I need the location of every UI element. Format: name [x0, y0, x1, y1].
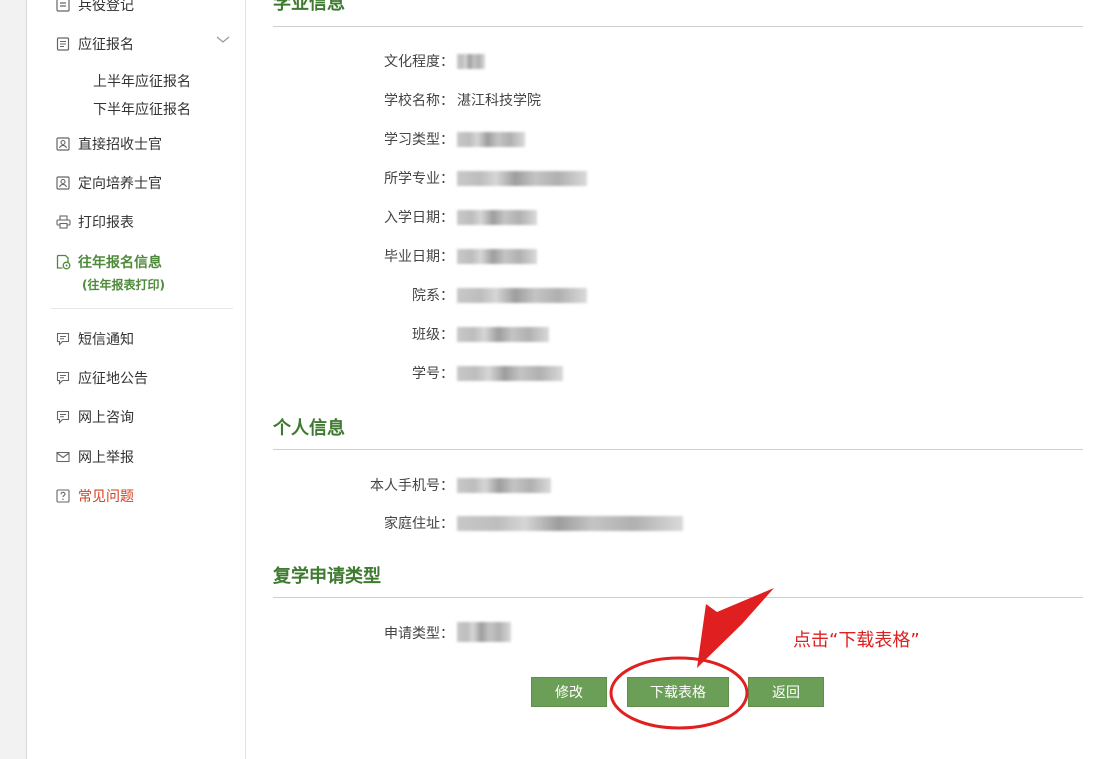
sidebar-item-sms[interactable]: 短信通知 — [55, 327, 134, 351]
section-title-education: 学业信息 — [273, 0, 345, 14]
section-divider — [273, 26, 1083, 27]
edit-button[interactable]: 修改 — [531, 677, 607, 707]
person-card-icon — [55, 136, 71, 152]
graduate-label: 毕业日期： — [384, 249, 454, 265]
sidebar-item-past-signup[interactable]: 往年报名信息 — [55, 250, 162, 274]
printer-icon — [55, 214, 71, 230]
section-title-resume: 复学申请类型 — [273, 566, 381, 587]
sidebar-item-direct-nco[interactable]: 直接招收士官 — [55, 132, 162, 156]
sidebar-item-label: 定向培养士官 — [78, 176, 162, 192]
graduate-row: 毕业日期： — [246, 246, 454, 266]
enroll-row: 入学日期： — [246, 207, 454, 227]
dept-row: 院系： — [246, 285, 454, 305]
phone-label: 本人手机号： — [370, 478, 454, 494]
chevron-down-icon[interactable] — [216, 36, 230, 44]
student-id-value-redacted — [457, 366, 563, 381]
sidebar-item-label: 网上咨询 — [78, 410, 134, 426]
sidebar-item-label: 打印报表 — [78, 215, 134, 231]
sidebar-item-label: 往年报名信息 — [78, 255, 162, 271]
address-label: 家庭住址： — [384, 516, 454, 532]
study-type-value-redacted — [457, 132, 525, 147]
dept-label: 院系： — [412, 288, 454, 304]
sidebar-item-label: 直接招收士官 — [78, 137, 162, 153]
school-label: 学校名称： — [384, 93, 454, 109]
download-form-button[interactable]: 下载表格 — [627, 677, 729, 707]
study-type-label: 学习类型： — [384, 132, 454, 148]
enroll-value-redacted — [457, 210, 537, 225]
address-row: 家庭住址： — [246, 513, 454, 533]
class-label: 班级： — [412, 327, 454, 343]
main-content: 学业信息 文化程度： 学校名称： 湛江科技学院 学习类型： 所学专业： 入学日期… — [246, 0, 1108, 759]
question-icon — [55, 488, 71, 504]
class-row: 班级： — [246, 324, 454, 344]
apply-type-label: 申请类型： — [384, 626, 454, 642]
sidebar-item-label: 短信通知 — [78, 332, 134, 348]
sidebar-item-faq[interactable]: 常见问题 — [55, 484, 134, 508]
sidebar-item-oriented-nco[interactable]: 定向培养士官 — [55, 171, 162, 195]
apply-type-row: 申请类型： — [246, 623, 454, 643]
sidebar-item-label: 应征地公告 — [78, 371, 148, 387]
app-window: 兵役登记 应征报名 上半年应征报名 下半年应征报名 直接招收士官 定向培养士官 — [0, 0, 1108, 759]
history-document-icon — [55, 254, 71, 270]
section-title-personal: 个人信息 — [273, 418, 345, 439]
back-button[interactable]: 返回 — [748, 677, 824, 707]
register-icon — [55, 0, 71, 13]
section-divider — [273, 597, 1083, 598]
degree-label: 文化程度： — [384, 54, 454, 70]
sidebar-item-label: 常见问题 — [78, 489, 134, 505]
degree-value-redacted — [457, 54, 485, 69]
enroll-label: 入学日期： — [384, 210, 454, 226]
address-value-redacted — [457, 516, 683, 531]
student-id-row: 学号： — [246, 363, 454, 383]
sidebar-item-military-registration[interactable]: 兵役登记 — [55, 0, 134, 17]
sidebar-item-label: 应征报名 — [78, 37, 134, 53]
sidebar-sub-first-half[interactable]: 上半年应征报名 — [93, 71, 191, 91]
phone-row: 本人手机号： — [246, 475, 454, 495]
sidebar-divider — [51, 308, 233, 309]
sidebar-item-label: 网上举报 — [78, 450, 134, 466]
student-id-label: 学号： — [412, 366, 454, 382]
school-row: 学校名称： — [246, 90, 454, 110]
study-type-row: 学习类型： — [246, 129, 454, 149]
major-label: 所学专业： — [384, 171, 454, 187]
sidebar-past-hint: (往年报表打印) — [82, 278, 165, 292]
envelope-icon — [55, 449, 71, 465]
sidebar-item-print-report[interactable]: 打印报表 — [55, 210, 134, 234]
school-value: 湛江科技学院 — [457, 93, 541, 109]
dept-value-redacted — [457, 288, 587, 303]
sidebar-nav: 兵役登记 应征报名 上半年应征报名 下半年应征报名 直接招收士官 定向培养士官 — [27, 0, 246, 759]
annotation-text: 点击“下载表格” — [793, 630, 920, 651]
degree-row: 文化程度： — [246, 51, 454, 71]
graduate-value-redacted — [457, 249, 537, 264]
class-value-redacted — [457, 327, 549, 342]
left-gutter — [0, 0, 27, 759]
sidebar-item-label: 兵役登记 — [78, 0, 134, 14]
sidebar-item-notice[interactable]: 应征地公告 — [55, 366, 148, 390]
section-divider — [273, 449, 1083, 450]
sidebar-item-consult[interactable]: 网上咨询 — [55, 405, 134, 429]
document-icon — [55, 36, 71, 52]
school-value-row: 湛江科技学院 — [457, 90, 657, 110]
chat-bubble-icon — [55, 331, 71, 347]
major-row: 所学专业： — [246, 168, 454, 188]
person-card-icon — [55, 175, 71, 191]
major-value-redacted — [457, 171, 587, 186]
sidebar-item-report[interactable]: 网上举报 — [55, 445, 134, 469]
phone-value-redacted — [457, 478, 551, 493]
apply-type-value-redacted — [457, 622, 511, 642]
chat-bubble-icon — [55, 370, 71, 386]
chat-bubble-icon — [55, 409, 71, 425]
sidebar-sub-second-half[interactable]: 下半年应征报名 — [93, 99, 191, 119]
sidebar-item-enlist-signup[interactable]: 应征报名 — [55, 32, 134, 56]
